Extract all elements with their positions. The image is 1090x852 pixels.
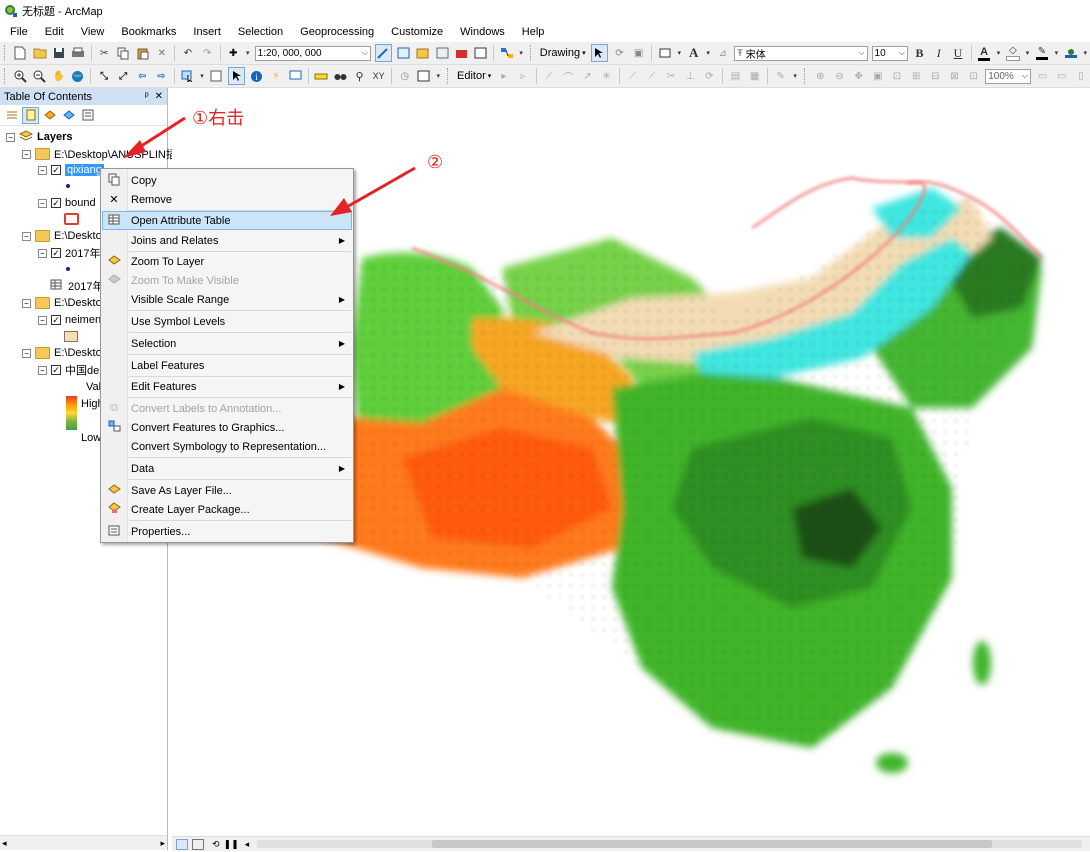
arrowhead-icon xyxy=(330,198,352,216)
arrowhead-icon xyxy=(123,140,146,158)
arrow-open-attribute xyxy=(344,166,416,210)
annotation-layer xyxy=(123,116,416,216)
annotation-step1: ①右击 xyxy=(192,108,245,129)
annotation-step2: ② xyxy=(427,152,444,173)
